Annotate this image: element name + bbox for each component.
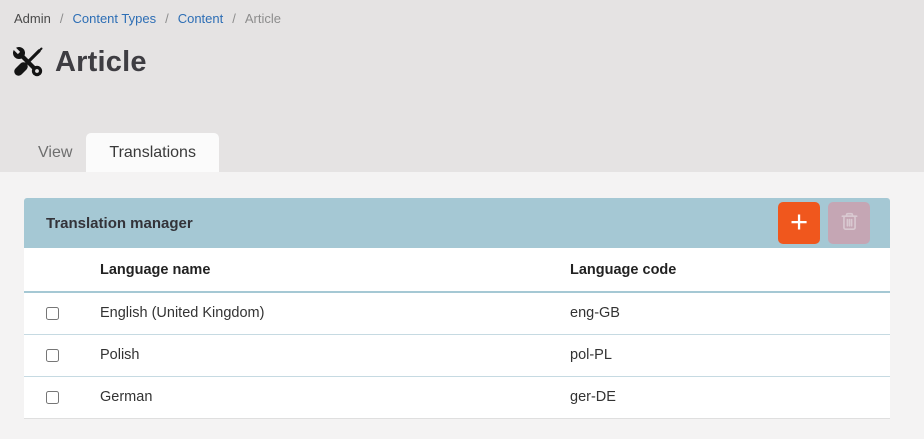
column-header-language-name: Language name	[80, 248, 570, 292]
column-header-select	[24, 248, 80, 292]
language-name-cell: English (United Kingdom)	[80, 292, 570, 334]
tab-translations[interactable]: Translations	[86, 133, 219, 172]
breadcrumb-separator: /	[60, 11, 64, 26]
breadcrumb-item-article: Article	[245, 11, 281, 26]
title-row: Article	[10, 44, 924, 80]
table-row: English (United Kingdom) eng-GB	[24, 292, 890, 334]
column-header-language-code: Language code	[570, 248, 890, 292]
language-name-cell: German	[80, 376, 570, 418]
translation-manager-panel: Translation manager +	[24, 198, 890, 419]
tab-bar: View Translations	[24, 133, 924, 172]
page-title: Article	[55, 46, 147, 79]
row-checkbox[interactable]	[46, 391, 59, 404]
panel-header: Translation manager +	[24, 198, 890, 248]
panel-title: Translation manager	[46, 215, 193, 232]
language-code-cell: eng-GB	[570, 292, 890, 334]
breadcrumb-item-admin: Admin	[14, 11, 51, 26]
table-row: Polish pol-PL	[24, 334, 890, 376]
table-row: German ger-DE	[24, 376, 890, 418]
translations-table: Language name Language code English (Uni…	[24, 248, 890, 419]
language-name-cell: Polish	[80, 334, 570, 376]
breadcrumb-separator: /	[232, 11, 236, 26]
breadcrumb: Admin / Content Types / Content / Articl…	[0, 0, 924, 26]
panel-actions: +	[778, 202, 870, 244]
tab-view[interactable]: View	[24, 133, 86, 172]
table-header-row: Language name Language code	[24, 248, 890, 292]
breadcrumb-separator: /	[165, 11, 169, 26]
plus-icon: +	[790, 206, 808, 237]
language-code-cell: pol-PL	[570, 334, 890, 376]
trash-icon	[838, 210, 861, 236]
add-translation-button[interactable]: +	[778, 202, 820, 244]
tools-icon	[10, 44, 46, 80]
language-code-cell: ger-DE	[570, 376, 890, 418]
content-area: Translation manager +	[0, 172, 924, 439]
breadcrumb-link-content-types[interactable]: Content Types	[72, 11, 156, 26]
row-checkbox[interactable]	[46, 307, 59, 320]
row-checkbox[interactable]	[46, 349, 59, 362]
breadcrumb-link-content[interactable]: Content	[178, 11, 224, 26]
page-header: Admin / Content Types / Content / Articl…	[0, 0, 924, 172]
delete-translation-button[interactable]	[828, 202, 870, 244]
